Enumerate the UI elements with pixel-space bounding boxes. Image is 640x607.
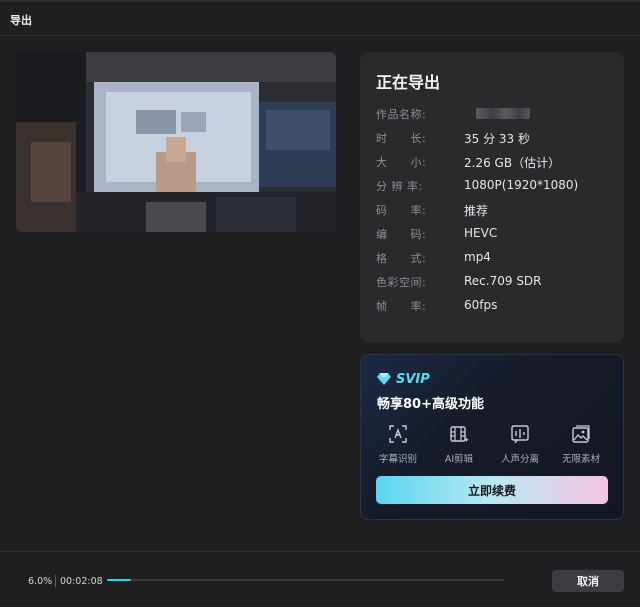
export-progress-bar: 6.0% 00:02:08 取消 <box>0 551 640 607</box>
elapsed-time: 00:02:08 <box>60 576 103 587</box>
cancel-button[interactable]: 取消 <box>552 570 624 592</box>
progress-track <box>107 579 504 581</box>
progress-percent: 6.0% <box>28 576 53 587</box>
preview-thumbnail-image <box>16 52 336 232</box>
info-row-bitrate: 码 率: 推荐 <box>376 202 616 218</box>
info-label: 大 小: <box>376 156 427 169</box>
feature-label: AI剪辑 <box>444 454 474 465</box>
info-row-format: 格 式: mp4 <box>376 250 616 266</box>
feature-label: 字幕识别 <box>378 454 417 465</box>
info-value: 1080P(1920*1080) <box>464 178 579 192</box>
info-label: 色彩空间: <box>376 276 427 289</box>
dialog-title: 导出 <box>10 14 32 27</box>
svip-header: SVIP <box>377 371 430 387</box>
feature-subtitle-recognition[interactable]: 字幕识别 <box>367 423 429 465</box>
info-row-resolution: 分 辨 率: 1080P(1920*1080) <box>376 178 616 194</box>
info-label: 码 率: <box>376 204 427 217</box>
video-preview <box>16 52 336 232</box>
export-dialog: 导出 正在导出 作品名称: 时 长: 35 分 33 秒 大 小: 2.26 G… <box>0 0 640 607</box>
info-row-project-name: 作品名称: <box>376 106 616 122</box>
info-value: 60fps <box>464 298 498 312</box>
svip-promo-card: SVIP 畅享80+高级功能 字幕识别 AI剪辑 人声分离 无限素材 立即续费 <box>360 354 624 520</box>
svip-badge: SVIP <box>396 371 430 387</box>
title-bar: 导出 <box>0 2 640 36</box>
info-row-codec: 编 码: HEVC <box>376 226 616 242</box>
ai-edit-icon <box>450 426 469 443</box>
info-value: Rec.709 SDR <box>464 274 542 288</box>
progress-fill <box>107 579 131 581</box>
renew-now-button[interactable]: 立即续费 <box>376 476 608 504</box>
divider <box>55 575 56 587</box>
info-label: 作品名称: <box>376 108 427 121</box>
feature-voice-separation[interactable]: 人声分离 <box>489 423 551 465</box>
redacted-project-name <box>476 108 530 119</box>
voice-separation-icon <box>511 425 529 444</box>
info-row-framerate: 帧 率: 60fps <box>376 298 616 314</box>
info-value: 35 分 33 秒 <box>464 132 530 146</box>
info-row-color-space: 色彩空间: Rec.709 SDR <box>376 274 616 290</box>
info-label: 分 辨 率: <box>376 180 423 193</box>
info-value: 2.26 GB（估计） <box>464 156 561 170</box>
info-value: 推荐 <box>464 204 489 218</box>
info-row-duration: 时 长: 35 分 33 秒 <box>376 130 616 146</box>
info-label: 帧 率: <box>376 300 427 313</box>
svip-tagline: 畅享80+高级功能 <box>377 397 484 412</box>
feature-label: 人声分离 <box>500 454 539 465</box>
info-label: 时 长: <box>376 132 427 145</box>
info-label: 格 式: <box>376 252 427 265</box>
info-value: HEVC <box>464 226 498 240</box>
diamond-icon <box>377 373 391 385</box>
subtitle-recognition-icon <box>389 425 407 443</box>
info-value: mp4 <box>464 250 491 264</box>
feature-ai-edit[interactable]: AI剪辑 <box>428 423 490 465</box>
export-status-heading: 正在导出 <box>376 73 441 92</box>
export-info-panel: 正在导出 作品名称: 时 长: 35 分 33 秒 大 小: 2.26 GB（估… <box>360 52 624 342</box>
info-row-size: 大 小: 2.26 GB（估计） <box>376 154 616 170</box>
info-label: 编 码: <box>376 228 427 241</box>
feature-unlimited-assets[interactable]: 无限素材 <box>550 423 612 465</box>
unlimited-assets-icon <box>572 425 590 443</box>
feature-label: 无限素材 <box>561 454 600 465</box>
